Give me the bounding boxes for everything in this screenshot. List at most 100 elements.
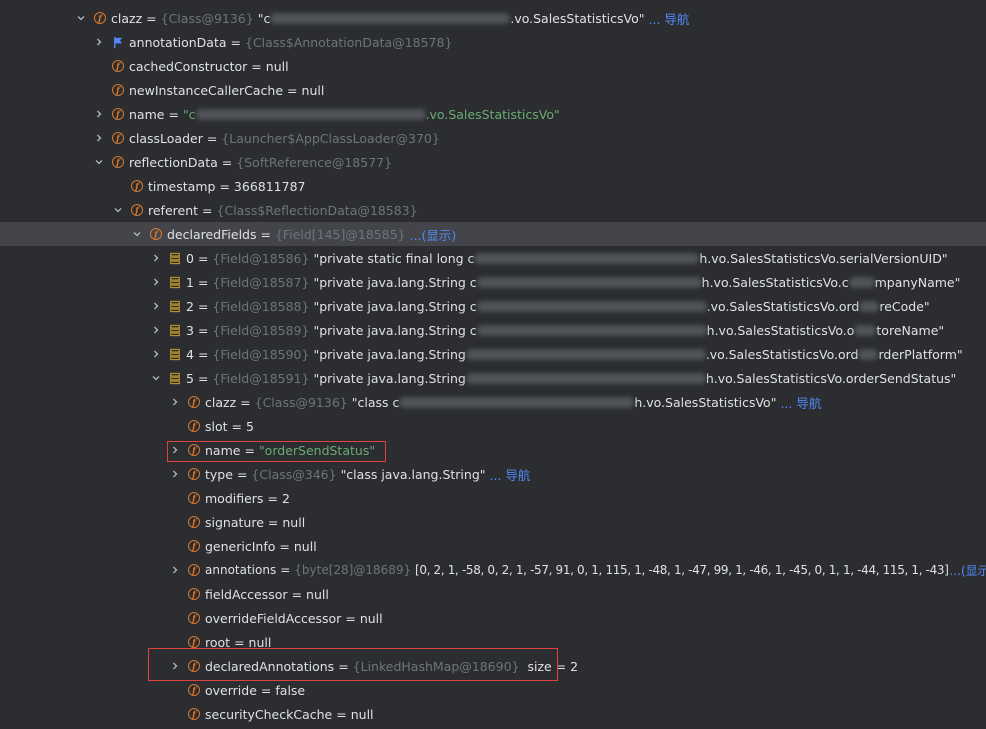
tree-row-override[interactable]: f override = false	[0, 678, 986, 702]
field-value: "private java.lang.String c	[313, 322, 477, 338]
field-value-tail: .vo.SalesStatisticsVo"	[425, 106, 560, 122]
redacted-text	[270, 12, 511, 24]
field-name: annotationData	[129, 34, 227, 50]
chevron-right-icon[interactable]	[92, 107, 106, 121]
tree-row-field-3[interactable]: 3 = {Field@18589} "private java.lang.Stri…	[0, 318, 986, 342]
chevron-down-icon[interactable]	[130, 227, 144, 241]
field-value: null	[293, 538, 317, 554]
tree-row-classLoader[interactable]: f classLoader = {Launcher$AppClassLoader@…	[0, 126, 986, 150]
tree-row-reflectionData[interactable]: f reflectionData = {SoftReference@18577}	[0, 150, 986, 174]
tree-row-fieldAccessor[interactable]: f fieldAccessor = null	[0, 582, 986, 606]
field-value-tail: toreName"	[876, 322, 945, 338]
redacted-text	[476, 300, 707, 312]
field-name: clazz	[205, 394, 237, 410]
field-icon: f	[149, 227, 163, 241]
field-name: 1	[186, 274, 194, 290]
tree-row-type[interactable]: f type = {Class@346} "class java.lang.Str…	[0, 462, 986, 486]
field-value: "c	[257, 10, 271, 26]
field-type: {byte[28]@18689}	[294, 563, 412, 577]
tree-row-slot[interactable]: f slot = 5	[0, 414, 986, 438]
field-type: {Field@18586}	[212, 250, 310, 266]
field-name: fieldAccessor	[205, 586, 288, 602]
highlight-box-declaredAnnotations	[148, 648, 558, 681]
field-type: {Field@18588}	[212, 298, 310, 314]
tree-row-field-5[interactable]: 5 = {Field@18591} "private java.lang.Stri…	[0, 366, 986, 390]
tree-row-annotationData[interactable]: annotationData = {Class$AnnotationData@18…	[0, 30, 986, 54]
chevron-right-icon[interactable]	[149, 347, 163, 361]
chevron-right-icon[interactable]	[149, 299, 163, 313]
field-value-tail: .vo.SalesStatisticsVo"	[510, 10, 645, 26]
field-name: timestamp	[148, 178, 216, 194]
chevron-down-icon[interactable]	[92, 155, 106, 169]
field-name: classLoader	[129, 130, 203, 146]
tree-row-f5-name[interactable]: f name = "orderSendStatus"	[0, 438, 986, 462]
field-type: {Field@18589}	[212, 322, 310, 338]
redacted-text	[858, 348, 879, 360]
tree-row-annotations[interactable]: f annotations = {byte[28]@18689} [0, 2, 1…	[0, 558, 986, 582]
tree-row-modifiers[interactable]: f modifiers = 2	[0, 486, 986, 510]
navigate-link[interactable]: ... 导航	[490, 465, 531, 484]
field-value: "private static final long c	[313, 250, 475, 266]
redacted-text	[476, 276, 702, 288]
redacted-text	[848, 276, 875, 288]
field-type: {Field@18587}	[212, 274, 310, 290]
field-value: null	[359, 610, 383, 626]
chevron-right-icon[interactable]	[149, 251, 163, 265]
field-name: 0	[186, 250, 194, 266]
tree-row-signature[interactable]: f signature = null	[0, 510, 986, 534]
tree-row-clazz[interactable]: f clazz = {Class@9136} "c .vo.SalesStatis…	[0, 6, 986, 30]
field-type: {Class@9136}	[160, 10, 254, 26]
field-icon: f	[187, 563, 201, 577]
field-value: "c	[182, 106, 196, 122]
chevron-down-icon[interactable]	[74, 11, 88, 25]
field-value: "private java.lang.String	[313, 370, 466, 386]
redacted-text	[465, 372, 706, 384]
array-element-icon	[168, 347, 182, 361]
field-icon: f	[187, 491, 201, 505]
field-value: null	[301, 82, 325, 98]
chevron-right-icon[interactable]	[168, 467, 182, 481]
chevron-down-icon[interactable]	[111, 203, 125, 217]
chevron-right-icon[interactable]	[168, 563, 182, 577]
field-value: "class c	[351, 394, 400, 410]
redacted-text	[859, 300, 880, 312]
chevron-down-icon[interactable]	[149, 371, 163, 385]
tree-row-declaredFields[interactable]: f declaredFields = {Field[145]@18585} ...…	[0, 222, 986, 246]
field-icon: f	[93, 11, 107, 25]
tree-row-field-0[interactable]: 0 = {Field@18586} "private static final l…	[0, 246, 986, 270]
array-element-icon	[168, 371, 182, 385]
field-value-tail: h.vo.SalesStatisticsVo.serialVersionUID"	[699, 250, 948, 266]
field-type: {Class@9136}	[254, 394, 348, 410]
field-icon: f	[187, 707, 201, 721]
chevron-right-icon[interactable]	[92, 35, 106, 49]
show-link[interactable]: ...(显示)	[950, 562, 986, 579]
tree-row-cachedConstructor[interactable]: f cachedConstructor = null	[0, 54, 986, 78]
field-name: type	[205, 466, 233, 482]
chevron-right-icon[interactable]	[149, 323, 163, 337]
chevron-right-icon[interactable]	[149, 275, 163, 289]
field-value: "private java.lang.String c	[313, 274, 477, 290]
field-type: {Class$ReflectionData@18583}	[216, 202, 418, 218]
tree-row-overrideFieldAccessor[interactable]: f overrideFieldAccessor = null	[0, 606, 986, 630]
field-icon: f	[111, 155, 125, 169]
chevron-right-icon[interactable]	[168, 395, 182, 409]
tree-row-referent[interactable]: f referent = {Class$ReflectionData@18583}	[0, 198, 986, 222]
tree-row-securityCheckCache[interactable]: f securityCheckCache = null	[0, 702, 986, 726]
tree-row-timestamp[interactable]: f timestamp = 366811787	[0, 174, 986, 198]
tree-row-field-1[interactable]: 1 = {Field@18587} "private java.lang.Stri…	[0, 270, 986, 294]
array-element-icon	[168, 275, 182, 289]
tree-row-field-4[interactable]: 4 = {Field@18590} "private java.lang.Stri…	[0, 342, 986, 366]
show-link[interactable]: ...(显示)	[410, 225, 457, 244]
tree-row-field-2[interactable]: 2 = {Field@18588} "private java.lang.Stri…	[0, 294, 986, 318]
tree-row-genericInfo[interactable]: f genericInfo = null	[0, 534, 986, 558]
tree-row-name[interactable]: f name = "c .vo.SalesStatisticsVo"	[0, 102, 986, 126]
navigate-link[interactable]: ... 导航	[649, 9, 690, 28]
field-name: 2	[186, 298, 194, 314]
redacted-text	[474, 252, 700, 264]
chevron-right-icon[interactable]	[92, 131, 106, 145]
navigate-link[interactable]: ... 导航	[780, 393, 821, 412]
field-value-tail: h.vo.SalesStatisticsVo.orderSendStatus"	[705, 370, 957, 386]
field-name: referent	[148, 202, 199, 218]
tree-row-f5-clazz[interactable]: f clazz = {Class@9136} "class c h.vo.Sale…	[0, 390, 986, 414]
tree-row-newInstanceCallerCache[interactable]: f newInstanceCallerCache = null	[0, 78, 986, 102]
